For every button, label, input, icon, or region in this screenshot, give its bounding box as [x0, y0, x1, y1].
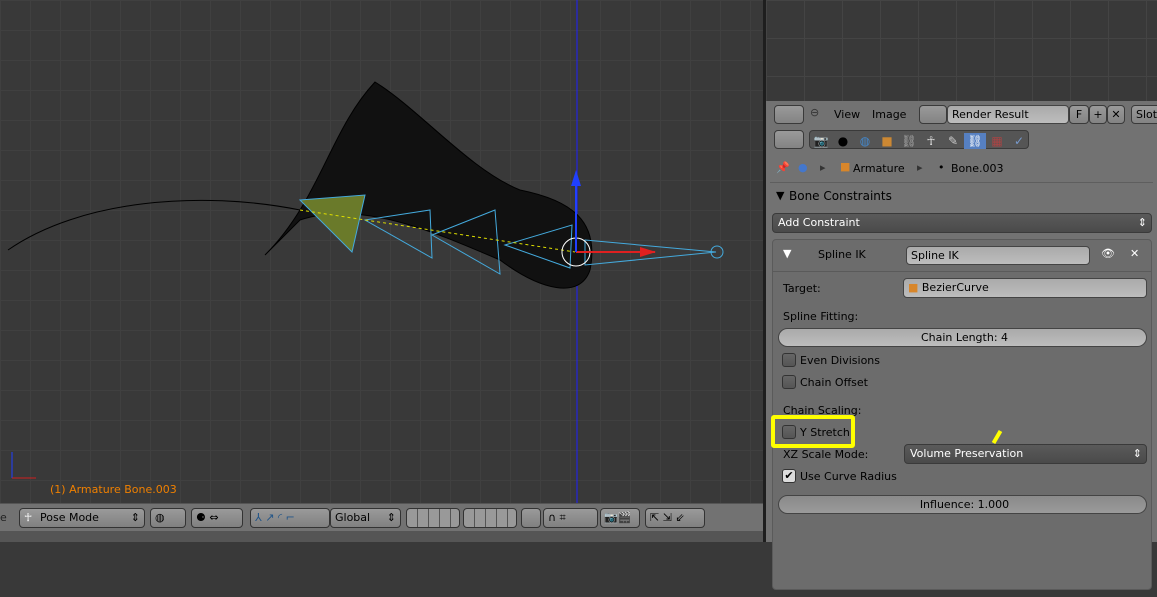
expand-constraint-icon[interactable]: ▼ [783, 247, 791, 260]
chain-offset-label: Chain Offset [800, 376, 868, 389]
updown-icon: ⇕ [386, 511, 396, 524]
even-divisions-label: Even Divisions [800, 354, 881, 367]
editor-type-button-properties[interactable] [774, 130, 804, 149]
updown-icon: ⇕ [130, 511, 140, 524]
layers-grid-1[interactable] [406, 508, 460, 528]
bone-constraints-tab-icon[interactable]: ⛓ [964, 133, 986, 149]
chevron-right-icon: ▸ [917, 161, 923, 174]
xz-scale-mode-value: Volume Preservation [910, 447, 1024, 460]
bone-tab-icon[interactable]: ✎ [944, 133, 962, 149]
fake-user-button[interactable]: F [1069, 105, 1089, 124]
layers-grid-2[interactable] [463, 508, 517, 528]
menu-image[interactable]: Image [872, 108, 906, 121]
shading-dropdown[interactable]: ◍ [150, 508, 186, 528]
updown-icon: ⇕ [1137, 216, 1147, 229]
collapse-icon[interactable]: ⊖ [810, 106, 819, 119]
object-tab-icon[interactable]: ■ [878, 133, 896, 149]
render-tab-icon[interactable]: 📷 [812, 133, 830, 149]
y-stretch-label: Y Stretch [800, 426, 850, 439]
manipulator-buttons[interactable]: ⅄ ↗ ◜ ⌐ [250, 508, 330, 528]
xz-scale-mode-label: XZ Scale Mode: [783, 448, 869, 461]
panel-collapse-icon[interactable]: ▼ [776, 189, 784, 202]
object-icon: ■ [840, 160, 851, 173]
render-buttons[interactable]: 📷🎬 [600, 508, 640, 528]
bone-cone [298, 194, 366, 253]
even-divisions-checkbox[interactable] [782, 353, 796, 367]
pin-icon[interactable]: 📌 [776, 161, 790, 174]
constraints-tab-icon[interactable]: ⛓ [900, 133, 918, 149]
scene-icon: ● [798, 161, 808, 174]
pose-icon: ☥ [24, 511, 33, 524]
y-stretch-checkbox[interactable] [782, 425, 796, 439]
updown-icon: ⇕ [1132, 447, 1142, 460]
world-tab-icon[interactable]: ◍ [856, 133, 874, 149]
new-image-button[interactable]: + [1089, 105, 1107, 124]
object-icon: ■ [908, 281, 922, 294]
physics-tab-icon[interactable]: ✓ [1010, 133, 1028, 149]
menu-view[interactable]: View [834, 108, 860, 121]
use-curve-radius-checkbox[interactable]: ✔ [782, 469, 796, 483]
texture-tab-icon[interactable]: ▦ [988, 133, 1006, 149]
lock-layers-button[interactable] [521, 508, 541, 528]
viewport-header: e ☥ Pose Mode ⇕ ◍ ⚈ ⇔ ⅄ ↗ ◜ ⌐ Global ⇕ ∩ ⌗ … [0, 503, 763, 531]
image-browse-button[interactable] [919, 105, 947, 124]
image-name-field[interactable]: Render Result [947, 105, 1069, 124]
snap-buttons[interactable]: ∩ ⌗ [543, 508, 598, 528]
constraint-box: ▼ Spline IK Spline IK 👁 ✕ Target: ■ Bezi… [771, 239, 1152, 590]
context-tabs: 📷 ● ◍ ■ ⛓ ☥ ✎ ⛓ ▦ ✓ [809, 130, 1029, 149]
target-label: Target: [783, 282, 821, 295]
unlink-image-button[interactable]: ✕ [1107, 105, 1125, 124]
panel-title[interactable]: Bone Constraints [789, 189, 892, 203]
pivot-dropdown[interactable]: ⚈ ⇔ [191, 508, 243, 528]
influence-slider[interactable]: Influence: 1.000 [778, 495, 1147, 514]
scene-tab-icon[interactable]: ● [834, 133, 852, 149]
breadcrumb-armature: Armature [853, 162, 905, 175]
scene-drawing [7, 0, 724, 503]
chevron-right-icon: ▸ [820, 161, 826, 174]
timeline-strip[interactable] [0, 531, 763, 542]
constraint-type: Spline IK [818, 248, 866, 261]
xz-scale-mode-dropdown[interactable]: Volume Preservation ⇕ [904, 444, 1147, 464]
target-value: BezierCurve [921, 281, 989, 294]
copy-paste-pose-buttons[interactable]: ⇱ ⇲ ⇙ [645, 508, 705, 528]
chain-offset-checkbox[interactable] [782, 375, 796, 389]
orientation-dropdown[interactable]: Global ⇕ [330, 508, 401, 528]
visibility-eye-icon[interactable]: 👁 [1101, 247, 1115, 260]
add-constraint-dropdown[interactable]: Add Constraint ⇕ [772, 213, 1152, 233]
spline-fitting-label: Spline Fitting: [783, 310, 859, 323]
breadcrumb-bone: Bone.003 [951, 162, 1004, 175]
use-curve-radius-label: Use Curve Radius [800, 470, 897, 483]
view-menu-cut[interactable]: e [0, 511, 7, 524]
bone-dot-icon: • [938, 161, 945, 174]
bezier-curve [7, 199, 301, 251]
mesh-wireframe [264, 81, 593, 289]
yellow-mark [991, 429, 1003, 445]
properties-panel: ⊖ View Image Render Result F + ✕ Slot 📷 … [766, 101, 1157, 590]
target-field[interactable]: ■ BezierCurve [903, 278, 1147, 298]
image-editor-area[interactable] [766, 0, 1157, 101]
orientation-label: Global [335, 511, 371, 524]
3d-viewport[interactable]: (1) Armature Bone.003 [0, 0, 763, 503]
armature-data-tab-icon[interactable]: ☥ [922, 133, 940, 149]
add-constraint-label: Add Constraint [778, 216, 860, 229]
status-text: (1) Armature Bone.003 [50, 483, 177, 496]
constraint-name-field[interactable]: Spline IK [906, 246, 1090, 265]
mode-dropdown[interactable]: ☥ Pose Mode ⇕ [19, 508, 145, 528]
slot-button[interactable]: Slot [1131, 105, 1157, 124]
mode-label: Pose Mode [40, 511, 99, 524]
chain-length-slider[interactable]: Chain Length: 4 [778, 328, 1147, 347]
delete-constraint-icon[interactable]: ✕ [1130, 247, 1139, 260]
editor-type-button[interactable] [774, 105, 804, 124]
